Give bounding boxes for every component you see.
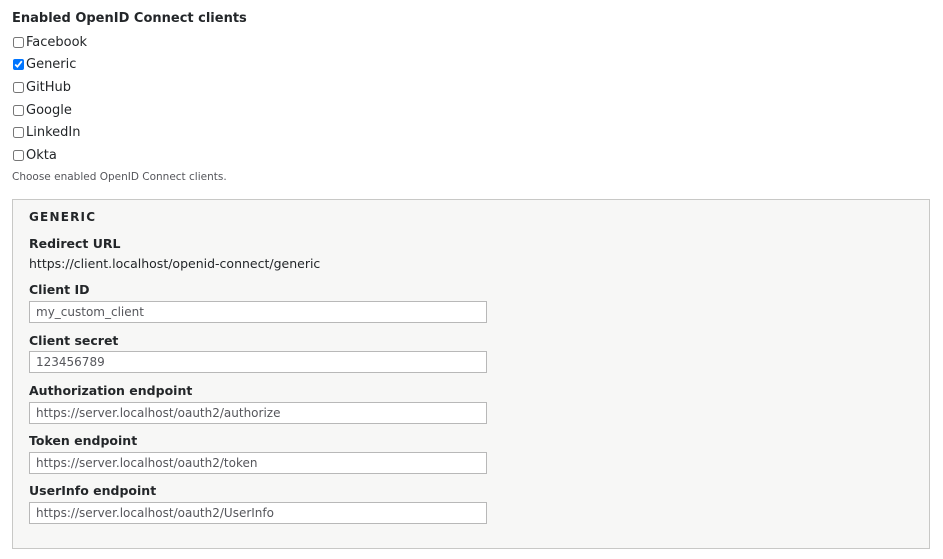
client-secret-input[interactable] [29, 351, 487, 373]
userinfo-endpoint-input[interactable] [29, 502, 487, 524]
client-secret-label: Client secret [29, 333, 119, 348]
userinfo-endpoint-label: UserInfo endpoint [29, 483, 157, 498]
client-option-label: LinkedIn [26, 125, 81, 141]
clients-section-title: Enabled OpenID Connect clients [12, 11, 247, 26]
client-option-label: Okta [26, 147, 57, 163]
generic-checkbox[interactable] [13, 59, 24, 71]
client-option-google[interactable]: Google [12, 99, 87, 122]
google-checkbox[interactable] [13, 104, 24, 116]
client-id-input[interactable] [29, 301, 487, 323]
client-option-generic[interactable]: Generic [12, 54, 87, 77]
authorization-endpoint-label: Authorization endpoint [29, 383, 193, 398]
generic-legend: GENERIC [29, 210, 97, 224]
redirect-url-value: https://client.localhost/openid-connect/… [29, 256, 321, 271]
token-endpoint-input[interactable] [29, 452, 487, 474]
clients-checkbox-list: Facebook Generic GitHub Google LinkedIn … [12, 31, 87, 167]
client-option-linkedin[interactable]: LinkedIn [12, 121, 87, 144]
token-endpoint-label: Token endpoint [29, 433, 138, 448]
redirect-url-label: Redirect URL [29, 236, 121, 251]
facebook-checkbox[interactable] [13, 36, 24, 48]
client-option-facebook[interactable]: Facebook [12, 31, 87, 54]
client-option-github[interactable]: GitHub [12, 76, 87, 99]
github-checkbox[interactable] [13, 81, 24, 93]
client-option-label: Facebook [26, 34, 88, 50]
okta-checkbox[interactable] [13, 149, 24, 161]
clients-description: Choose enabled OpenID Connect clients. [12, 171, 227, 183]
client-option-label: GitHub [26, 79, 72, 95]
client-id-label: Client ID [29, 282, 90, 297]
client-option-label: Google [26, 102, 72, 118]
linkedin-checkbox[interactable] [13, 127, 24, 139]
client-option-label: Generic [26, 57, 77, 73]
generic-settings-fieldset: GENERIC Redirect URL https://client.loca… [12, 199, 930, 549]
authorization-endpoint-input[interactable] [29, 402, 487, 424]
client-option-okta[interactable]: Okta [12, 144, 87, 167]
